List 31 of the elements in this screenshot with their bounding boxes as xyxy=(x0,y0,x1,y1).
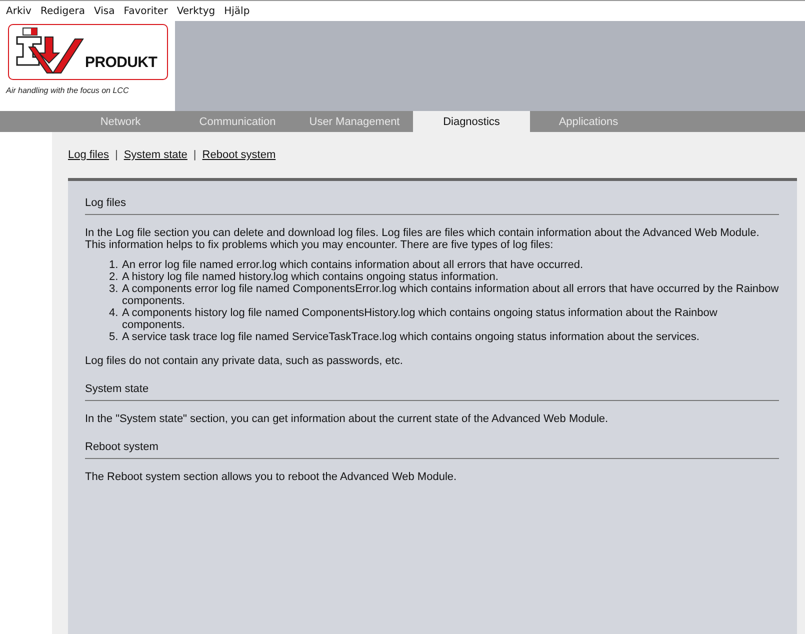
sub-nav-link[interactable]: Reboot system xyxy=(202,149,276,161)
section-heading: Reboot system xyxy=(85,437,779,459)
logo-tagline: Air handling with the focus on LCC xyxy=(6,86,129,95)
list-number: 1. xyxy=(109,259,120,271)
paragraph: Log files do not contain any private data, such as passwords, etc. xyxy=(85,355,404,367)
list-item: A service task trace log file named ServiceTaskTrace.log which contains ongoing status information about the services. xyxy=(122,331,700,343)
paragraph: In the Log file section you can delete and download log files. Log files are files which contain information about the Advanced Web Module. This information helps to fix problems which you may encounter. There are five types of log files: xyxy=(85,227,760,251)
list-item: An error log file named error.log which contains information about all errors that have occurred. xyxy=(122,259,584,271)
paragraph: In the "System state" section, you can get information about the current state of the Advanced Web Module. xyxy=(85,413,610,425)
list-number: 4. xyxy=(109,307,120,321)
menu-item[interactable]: Arkiv xyxy=(4,6,38,16)
menu-item[interactable]: Hjälp xyxy=(222,6,257,16)
menu-item[interactable]: Visa xyxy=(92,6,122,16)
section-heading: Log files xyxy=(85,193,779,215)
list-item: A history log file named history.log which contains ongoing status information. xyxy=(122,271,500,283)
sub-nav-link[interactable]: System state xyxy=(124,149,188,161)
separator: | xyxy=(114,149,118,161)
menu-item[interactable]: Favoriter xyxy=(122,6,175,16)
menu-item[interactable]: Verktyg xyxy=(174,6,222,16)
list-item: A components history log file named ComponentsHistory.log which contains ongoing status information about the Rainbow components. xyxy=(122,307,718,331)
menu-item[interactable]: Redigera xyxy=(38,6,92,16)
list-number: 3. xyxy=(109,283,120,297)
separator: | xyxy=(193,149,196,161)
paragraph: The Reboot system section allows you to reboot the Advanced Web Module. xyxy=(85,471,458,483)
list-number: 5. xyxy=(109,331,120,343)
sub-nav-link[interactable]: Log files xyxy=(68,149,109,161)
logo-brand: PRODUKT xyxy=(85,54,158,71)
tab[interactable]: Diagnostics xyxy=(413,111,530,132)
section-heading: System state xyxy=(85,379,779,401)
list-item: A components error log file named ComponentsError.log which contains information about all errors that have occurred by the Rainbow components. xyxy=(122,283,779,307)
list-number: 2. xyxy=(109,271,120,283)
